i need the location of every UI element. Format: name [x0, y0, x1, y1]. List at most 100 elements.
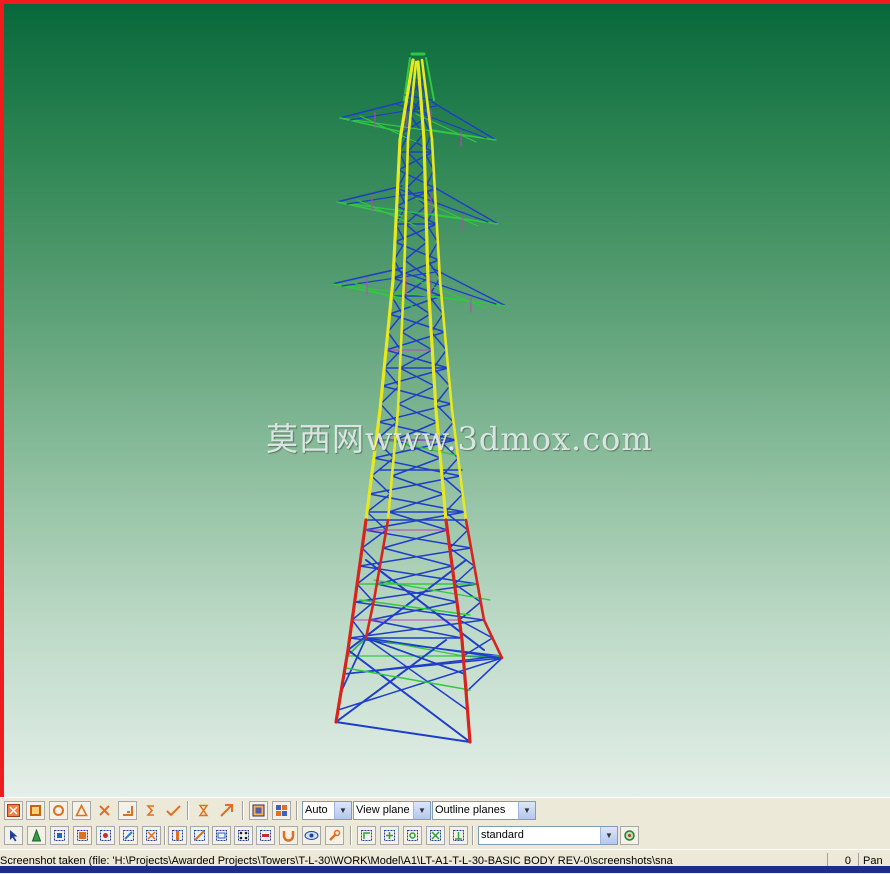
tower-member: [422, 138, 430, 282]
circle-icon: [53, 805, 64, 816]
view-plane-combo-value: View plane: [356, 804, 410, 816]
check-icon: [166, 805, 181, 817]
standard-combo-value: standard: [481, 829, 524, 841]
toolbar-separator: [350, 826, 352, 845]
select-box-icon: [100, 830, 111, 841]
standard-combo[interactable]: standard ▼: [478, 826, 618, 845]
pointer-icon: [10, 830, 18, 842]
corner-icon: [123, 806, 133, 816]
render-mode-button[interactable]: [249, 801, 268, 820]
tower-member: [363, 511, 466, 531]
tower-member: [339, 117, 497, 141]
snap-perpendicular-button[interactable]: [449, 826, 468, 845]
tower-member: [464, 518, 486, 622]
toolbar-top: Auto ▼ View plane ▼ Outline planes ▼: [0, 797, 890, 823]
snap-icon: [430, 830, 441, 841]
select-box-icon: [172, 830, 183, 841]
select-box-icon: [77, 830, 88, 841]
tower-member: [385, 349, 449, 369]
select-part-button[interactable]: [50, 826, 69, 845]
square-icon: [30, 805, 41, 816]
tower-member: [358, 547, 472, 567]
select-weld-button[interactable]: [119, 826, 138, 845]
tower-member: [345, 667, 471, 691]
taskbar-edge: [0, 866, 890, 873]
triangle-icon: [75, 804, 88, 817]
select-box-icon: [194, 830, 205, 841]
select-cut-button[interactable]: [142, 826, 161, 845]
select-filter-button[interactable]: [325, 826, 344, 845]
toolbar-separator: [164, 826, 166, 845]
hourglass-tool-button[interactable]: [194, 801, 213, 820]
select-assembly-button[interactable]: [73, 826, 92, 845]
tower-member: [381, 385, 453, 405]
tower-member: [339, 101, 403, 119]
x-icon: [99, 805, 110, 816]
select-box-icon: [146, 830, 157, 841]
chevron-down-icon[interactable]: ▼: [518, 802, 535, 819]
toolbar-separator: [187, 801, 189, 820]
snap-center-button[interactable]: [403, 826, 422, 845]
grid-icon: [276, 805, 287, 816]
refresh-view-button[interactable]: [620, 826, 639, 845]
select-pointer-button[interactable]: [4, 826, 23, 845]
snap-icon: [407, 830, 418, 841]
toolbar-bottom: standard ▼: [0, 823, 890, 848]
toolbar-separator: [296, 801, 298, 820]
triangle-tool-button[interactable]: [72, 801, 91, 820]
tower-member: [368, 475, 462, 495]
outline-planes-combo[interactable]: Outline planes ▼: [432, 801, 536, 820]
check-tool-button[interactable]: [164, 801, 183, 820]
tower-member: [336, 185, 403, 203]
snap-end-point-button[interactable]: [357, 826, 376, 845]
select-point-button[interactable]: [234, 826, 253, 845]
chevron-down-icon[interactable]: ▼: [334, 802, 351, 819]
snap-tool-button[interactable]: [141, 801, 160, 820]
model-viewport[interactable]: 莫西网www.3dmox.com: [0, 0, 890, 797]
select-bolt-button[interactable]: [96, 826, 115, 845]
select-component-button[interactable]: [256, 826, 275, 845]
circle-tool-button[interactable]: [49, 801, 68, 820]
tower-icon: [31, 829, 42, 842]
outline-planes-combo-value: Outline planes: [435, 804, 506, 816]
tower-member: [368, 493, 466, 513]
toolbar-separator: [242, 801, 244, 820]
wrench-icon: [329, 829, 341, 841]
snap-intersection-button[interactable]: [426, 826, 445, 845]
hourglass-icon: [198, 804, 209, 817]
tower-member: [334, 648, 350, 724]
watermark-text: 莫西网www.3dmox.com: [266, 420, 653, 458]
select-box-icon: [123, 830, 134, 841]
select-all-button[interactable]: [4, 801, 23, 820]
dimension-tool-button[interactable]: [118, 801, 137, 820]
toolbar-separator: [472, 826, 474, 845]
tower-member: [335, 721, 471, 743]
select-plane-button[interactable]: [212, 826, 231, 845]
select-snap-button[interactable]: [279, 826, 298, 845]
select-tower-button[interactable]: [27, 826, 46, 845]
select-grid-button[interactable]: [168, 826, 187, 845]
diagonal-arrow-icon: [220, 804, 233, 817]
grid-view-button[interactable]: [272, 801, 291, 820]
tower-member: [363, 529, 472, 549]
select-view-button[interactable]: [302, 826, 321, 845]
cube-icon: [252, 804, 265, 817]
view-plane-combo[interactable]: View plane ▼: [353, 801, 431, 820]
snap-icon: [384, 830, 395, 841]
tower-member: [378, 278, 395, 412]
select-box-icon: [260, 830, 271, 841]
tower-member: [482, 618, 504, 660]
transmission-tower-model[interactable]: [0, 0, 890, 797]
tower-member: [351, 619, 367, 639]
select-line-button[interactable]: [190, 826, 209, 845]
viewport-border-top: [0, 0, 890, 4]
chevron-down-icon[interactable]: ▼: [600, 827, 617, 844]
delete-tool-button[interactable]: [95, 801, 114, 820]
tower-member: [373, 457, 462, 477]
viewport-border-left: [0, 0, 4, 797]
arrow-tool-button[interactable]: [217, 801, 236, 820]
auto-combo[interactable]: Auto ▼: [302, 801, 352, 820]
rectangle-tool-button[interactable]: [26, 801, 45, 820]
snap-mid-point-button[interactable]: [380, 826, 399, 845]
chevron-down-icon[interactable]: ▼: [413, 802, 430, 819]
